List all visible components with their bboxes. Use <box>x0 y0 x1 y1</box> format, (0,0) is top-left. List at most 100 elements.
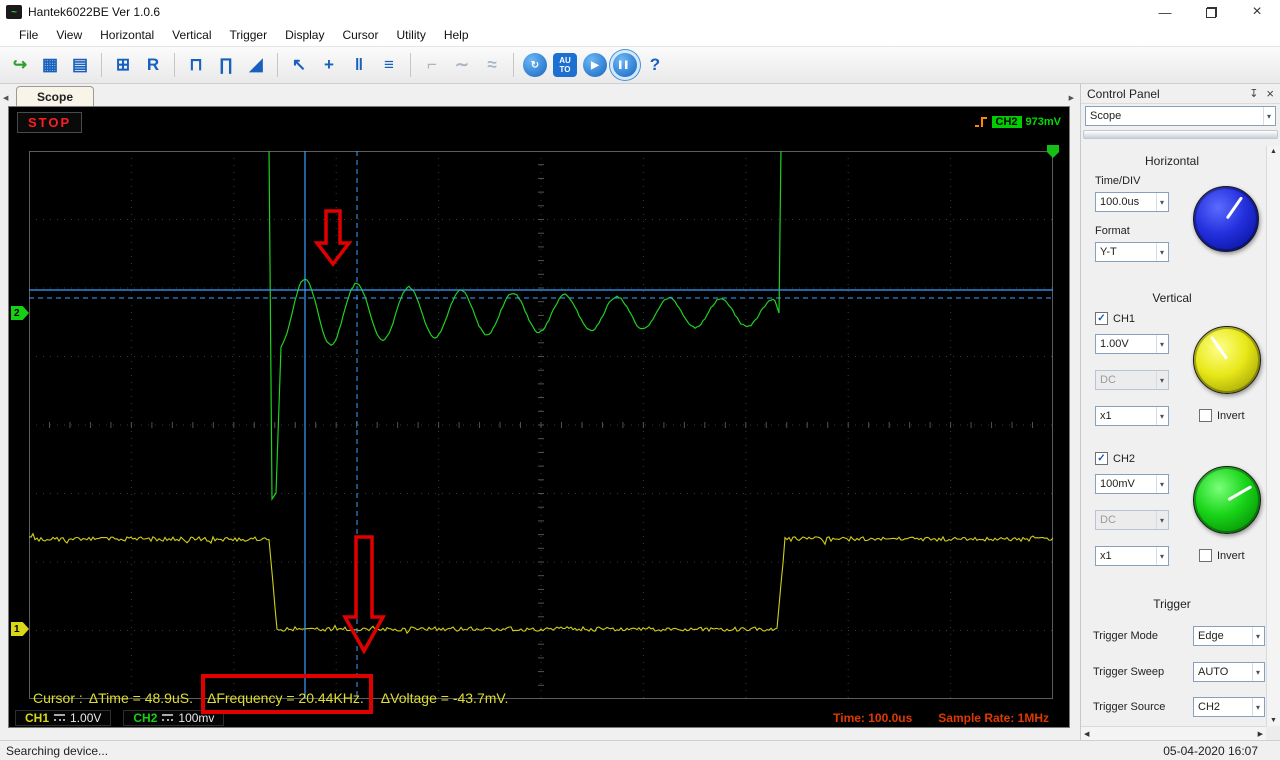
ch2-scale-select[interactable]: 100mV ▾ <box>1095 474 1169 494</box>
horizontal-knob[interactable] <box>1193 186 1259 252</box>
waveform-plot[interactable] <box>29 151 1053 699</box>
scroll-left-icon[interactable]: ◀ <box>1084 730 1089 738</box>
toolbar-refresh-button[interactable]: ↻ <box>523 53 547 77</box>
trigger-sweep-select[interactable]: AUTO ▾ <box>1193 662 1265 682</box>
chevron-down-icon: ▾ <box>1155 547 1164 565</box>
ch2-enable-checkbox[interactable]: ✓ <box>1095 452 1108 465</box>
scope-area: STOP CH2 973mV 2 1 Cursor : ΔTime = 48.9… <box>0 106 1080 728</box>
toolbar-pulse-wave-alt-button[interactable]: ∏ <box>212 51 240 79</box>
ch1-scale-value: 1.00V <box>70 710 102 725</box>
ch1-invert-checkbox[interactable] <box>1199 409 1212 422</box>
toolbar-start-button[interactable]: ▶ <box>583 53 607 77</box>
ch2-enable-label: CH2 <box>1113 452 1136 465</box>
toolbar-save-button[interactable]: ▦ <box>36 51 64 79</box>
ch2-invert-checkbox[interactable] <box>1199 549 1212 562</box>
menu-horizontal[interactable]: Horizontal <box>91 25 163 45</box>
ch2-probe-select[interactable]: x1 ▾ <box>1095 546 1169 566</box>
panel-vertical-scrollbar[interactable]: ▲ ▼ <box>1266 146 1280 726</box>
sample-rate-readout: Sample Rate: 1MHz <box>938 710 1049 725</box>
ch2-invert-label: Invert <box>1217 549 1245 562</box>
scroll-right-icon[interactable]: ▶ <box>1258 730 1263 738</box>
ch2-scale: 100mV <box>1100 478 1135 490</box>
toolbar-cross-cursor-button[interactable]: + <box>315 51 343 79</box>
toolbar-separator <box>410 53 411 77</box>
app-icon: ~ <box>6 5 22 19</box>
trigger-sweep-value: AUTO <box>1198 666 1229 678</box>
minimize-button[interactable]: — <box>1142 0 1188 24</box>
menu-vertical[interactable]: Vertical <box>163 25 220 45</box>
toolbar-open-button[interactable]: ↪ <box>6 51 34 79</box>
ch1-coupling-icon <box>54 714 66 721</box>
menu-trigger[interactable]: Trigger <box>221 25 277 45</box>
toolbar-pause-button[interactable]: ▌▌ <box>613 53 637 77</box>
toolbar-fit-screen-button[interactable]: ⊞ <box>109 51 137 79</box>
ch1-invert-row: Invert <box>1199 409 1245 422</box>
timebase-readout: Time: 100.0us <box>833 710 913 725</box>
toolbar-ramp-wave-button[interactable]: ◢ <box>242 51 270 79</box>
ch2-trace <box>268 151 782 501</box>
close-panel-icon[interactable]: × <box>1266 86 1274 101</box>
menu-utility[interactable]: Utility <box>387 25 434 45</box>
scroll-up-icon[interactable]: ▲ <box>1267 148 1280 155</box>
menu-help[interactable]: Help <box>435 25 478 45</box>
ch2-invert-row: Invert <box>1199 549 1245 562</box>
toolbar-help-button[interactable]: ? <box>641 51 669 79</box>
toolbar-auto-set-button[interactable]: AU TO <box>553 53 577 77</box>
scope-panel: STOP CH2 973mV 2 1 Cursor : ΔTime = 48.9… <box>8 106 1070 728</box>
trigger-source-select[interactable]: CH2 ▾ <box>1193 697 1265 717</box>
toolbar-pointer-cursor-button[interactable]: ↖ <box>285 51 313 79</box>
window-title: Hantek6022BE Ver 1.0.6 <box>28 5 161 19</box>
timediv-select[interactable]: 100.0us ▾ <box>1095 192 1169 212</box>
chevron-down-icon: ▾ <box>1251 663 1260 681</box>
status-bar: Searching device... 05-04-2020 16:07 <box>0 740 1280 760</box>
trigger-source-label: Trigger Source <box>1093 701 1166 713</box>
frequency-highlight-box: ΔFrequency = 20.44KHz. <box>200 674 373 714</box>
ch2-marker-label: 2 <box>14 307 20 319</box>
menu-cursor[interactable]: Cursor <box>333 25 387 45</box>
scroll-down-icon[interactable]: ▼ <box>1267 717 1280 724</box>
oscilloscope-display[interactable]: 2 1 Cursor : ΔTime = 48.9uS. ΔFrequency … <box>9 137 1069 714</box>
panel-mode-select[interactable]: Scope ▾ <box>1085 106 1276 126</box>
tab-scope[interactable]: Scope <box>16 86 95 106</box>
ch1-scale-select[interactable]: 1.00V ▾ <box>1095 334 1169 354</box>
title-bar: ~ Hantek6022BE Ver 1.0.6 — × <box>0 0 1280 24</box>
menu-view[interactable]: View <box>47 25 91 45</box>
format-value: Y-T <box>1100 246 1117 258</box>
trigger-readout: CH2 973mV <box>976 115 1061 129</box>
toolbar-pulse-wave-button[interactable]: ⊓ <box>182 51 210 79</box>
ch2-coupling: DC <box>1100 514 1116 526</box>
cursor-delta-frequency: ΔFrequency = 20.44KHz. <box>206 690 364 706</box>
toolbar-vertical-cursor-button[interactable]: ‖ <box>345 51 373 79</box>
ch2-position-marker[interactable]: 2 <box>11 306 29 320</box>
toolbar-horizontal-cursor-button[interactable]: ≡ <box>375 51 403 79</box>
format-select[interactable]: Y-T ▾ <box>1095 242 1169 262</box>
toolbar-print-button[interactable]: ▤ <box>66 51 94 79</box>
trigger-mode-select[interactable]: Edge ▾ <box>1193 626 1265 646</box>
panel-horizontal-scrollbar[interactable]: ◀ ▶ <box>1081 726 1266 740</box>
menu-display[interactable]: Display <box>276 25 333 45</box>
ch2-coupling-icon <box>162 714 174 721</box>
knob-pointer <box>1184 317 1270 403</box>
ch1-position-marker[interactable]: 1 <box>11 622 29 636</box>
trigger-edge-icon <box>976 115 988 129</box>
toolbar-record-button[interactable]: R <box>139 51 167 79</box>
ch2-position-knob[interactable] <box>1193 466 1261 534</box>
ch1-label: CH1 <box>25 710 50 725</box>
ch1-probe-select[interactable]: x1 ▾ <box>1095 406 1169 426</box>
close-button[interactable]: × <box>1234 0 1280 24</box>
toolbar-step-wave-button: ⌐ <box>427 55 437 74</box>
chevron-down-icon: ▾ <box>1155 243 1164 261</box>
trigger-section-title: Trigger <box>1153 597 1191 611</box>
restore-button[interactable] <box>1188 0 1234 24</box>
ch1-invert-label: Invert <box>1217 409 1245 422</box>
trigger-level-value: 973mV <box>1025 116 1061 128</box>
tab-scroll-right-icon[interactable]: ▶ <box>1069 94 1074 102</box>
ch1-position-knob[interactable] <box>1193 326 1261 394</box>
status-datetime: 05-04-2020 16:07 <box>1163 743 1258 758</box>
menu-file[interactable]: File <box>10 25 47 45</box>
control-panel-header: Control Panel ↧ × <box>1081 84 1280 104</box>
chevron-down-icon: ▾ <box>1155 193 1164 211</box>
ch1-enable-checkbox[interactable]: ✓ <box>1095 312 1108 325</box>
tab-scroll-left-icon[interactable]: ◀ <box>3 94 8 102</box>
pin-icon[interactable]: ↧ <box>1249 87 1258 100</box>
